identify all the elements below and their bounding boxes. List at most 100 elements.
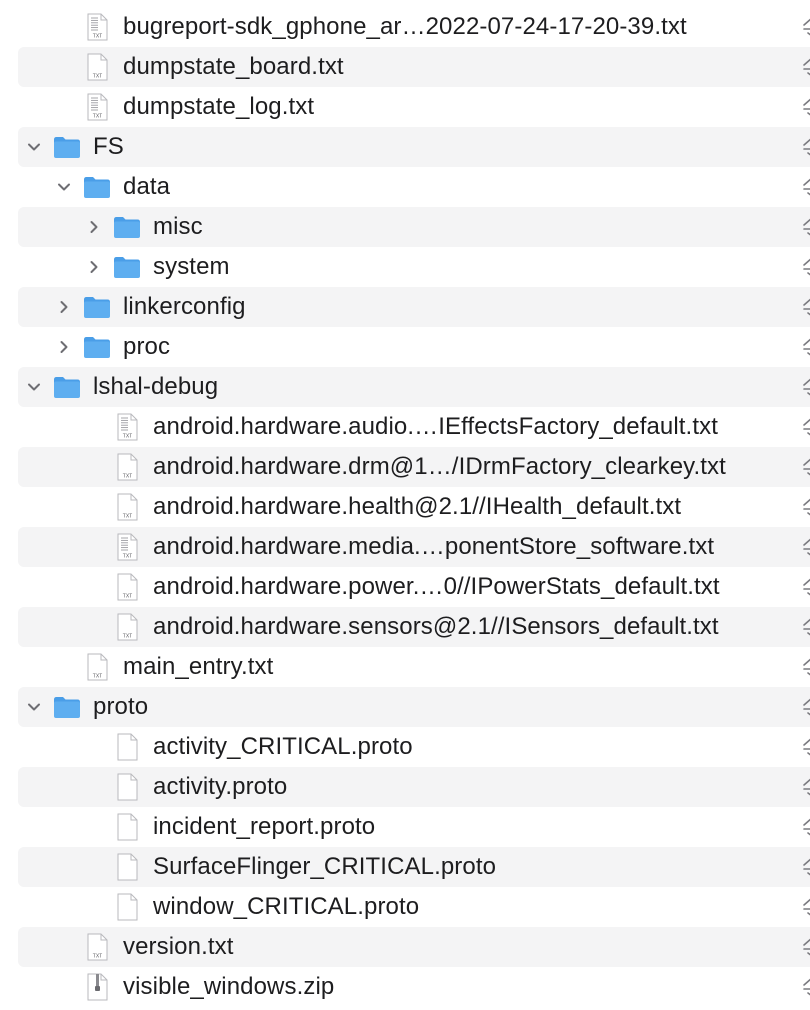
cloud-download-icon[interactable]	[800, 135, 810, 159]
folder-row[interactable]: misc	[18, 207, 810, 247]
folder-row[interactable]: FS	[18, 127, 810, 167]
file-row[interactable]: TXT android.hardware.power.…0//IPowerStat…	[18, 567, 810, 607]
cloud-download-icon[interactable]	[800, 695, 810, 719]
svg-text:TXT: TXT	[123, 474, 132, 480]
cloud-download-icon[interactable]	[800, 95, 810, 119]
cloud-download-icon[interactable]	[800, 415, 810, 439]
document-icon	[112, 852, 142, 882]
file-name-label: activity_CRITICAL.proto	[153, 733, 413, 760]
cloud-download-icon[interactable]	[800, 55, 810, 79]
cloud-download-icon[interactable]	[800, 815, 810, 839]
text-file-icon: TXT	[82, 932, 112, 962]
cloud-download-icon[interactable]	[800, 775, 810, 799]
folder-row[interactable]: linkerconfig	[18, 287, 810, 327]
text-file-icon: TXT	[112, 532, 142, 562]
svg-text:TXT: TXT	[93, 114, 102, 120]
chevron-right-icon[interactable]	[84, 257, 104, 277]
file-list: TXT bugreport-sdk_gphone_ar…2022-07-24-17…	[0, 0, 810, 1010]
cloud-download-icon[interactable]	[800, 975, 810, 999]
cloud-download-icon[interactable]	[800, 735, 810, 759]
file-name-label: android.hardware.drm@1…/IDrmFactory_clea…	[153, 453, 726, 480]
file-row[interactable]: TXT android.hardware.audio.…IEffectsFacto…	[18, 407, 810, 447]
file-row[interactable]: TXT android.hardware.sensors@2.1//ISensor…	[18, 607, 810, 647]
file-name-label: linkerconfig	[123, 293, 246, 320]
file-name-label: data	[123, 173, 171, 200]
file-name-label: SurfaceFlinger_CRITICAL.proto	[153, 853, 497, 880]
cloud-download-icon[interactable]	[800, 375, 810, 399]
svg-text:TXT: TXT	[93, 674, 102, 680]
document-icon	[112, 732, 142, 762]
file-name-label: dumpstate_log.txt	[123, 93, 315, 120]
folder-row[interactable]: proto	[18, 687, 810, 727]
chevron-right-icon[interactable]	[54, 297, 74, 317]
folder-icon	[52, 132, 82, 162]
file-row[interactable]: incident_report.proto	[18, 807, 810, 847]
svg-text:TXT: TXT	[93, 954, 102, 960]
svg-text:TXT: TXT	[93, 34, 102, 40]
chevron-down-icon[interactable]	[54, 177, 74, 197]
file-row[interactable]: TXT bugreport-sdk_gphone_ar…2022-07-24-17…	[18, 7, 810, 47]
cloud-download-icon[interactable]	[800, 15, 810, 39]
svg-text:TXT: TXT	[123, 554, 132, 560]
cloud-download-icon[interactable]	[800, 655, 810, 679]
file-name-label: activity.proto	[153, 773, 288, 800]
folder-row[interactable]: lshal-debug	[18, 367, 810, 407]
file-name-label: android.hardware.audio.…IEffectsFactory_…	[153, 413, 718, 440]
file-name-label: bugreport-sdk_gphone_ar…2022-07-24-17-20…	[123, 13, 687, 40]
file-name-label: android.hardware.health@2.1//IHealth_def…	[153, 493, 682, 520]
folder-icon	[112, 252, 142, 282]
text-file-icon: TXT	[82, 12, 112, 42]
file-row[interactable]: TXT android.hardware.health@2.1//IHealth_…	[18, 487, 810, 527]
text-file-icon: TXT	[112, 452, 142, 482]
zip-archive-icon	[82, 972, 112, 1002]
cloud-download-icon[interactable]	[800, 255, 810, 279]
file-name-label: android.hardware.power.…0//IPowerStats_d…	[153, 573, 720, 600]
file-row[interactable]: TXT main_entry.txt	[18, 647, 810, 687]
file-row[interactable]: SurfaceFlinger_CRITICAL.proto	[18, 847, 810, 887]
folder-icon	[82, 332, 112, 362]
document-icon	[112, 892, 142, 922]
svg-text:TXT: TXT	[123, 594, 132, 600]
file-row[interactable]: TXT android.hardware.media.…ponentStore_s…	[18, 527, 810, 567]
cloud-download-icon[interactable]	[800, 455, 810, 479]
file-name-label: android.hardware.sensors@2.1//ISensors_d…	[153, 613, 719, 640]
file-name-label: incident_report.proto	[153, 813, 376, 840]
folder-row[interactable]: data	[18, 167, 810, 207]
text-file-icon: TXT	[112, 412, 142, 442]
cloud-download-icon[interactable]	[800, 535, 810, 559]
cloud-download-icon[interactable]	[800, 295, 810, 319]
file-name-label: visible_windows.zip	[123, 973, 335, 1000]
chevron-down-icon[interactable]	[24, 377, 44, 397]
file-row[interactable]: TXT dumpstate_board.txt	[18, 47, 810, 87]
svg-text:TXT: TXT	[123, 514, 132, 520]
svg-text:TXT: TXT	[123, 434, 132, 440]
folder-icon	[112, 212, 142, 242]
cloud-download-icon[interactable]	[800, 615, 810, 639]
cloud-download-icon[interactable]	[800, 495, 810, 519]
svg-text:TXT: TXT	[93, 74, 102, 80]
cloud-download-icon[interactable]	[800, 575, 810, 599]
cloud-download-icon[interactable]	[800, 935, 810, 959]
file-row[interactable]: TXT version.txt	[18, 927, 810, 967]
folder-row[interactable]: proc	[18, 327, 810, 367]
chevron-right-icon[interactable]	[84, 217, 104, 237]
file-row[interactable]: visible_windows.zip	[18, 967, 810, 1007]
cloud-download-icon[interactable]	[800, 215, 810, 239]
file-row[interactable]: TXT android.hardware.drm@1…/IDrmFactory_c…	[18, 447, 810, 487]
file-row[interactable]: TXT dumpstate_log.txt	[18, 87, 810, 127]
cloud-download-icon[interactable]	[800, 175, 810, 199]
cloud-download-icon[interactable]	[800, 855, 810, 879]
file-row[interactable]: activity_CRITICAL.proto	[18, 727, 810, 767]
chevron-down-icon[interactable]	[24, 697, 44, 717]
file-name-label: FS	[93, 133, 124, 160]
svg-text:TXT: TXT	[123, 634, 132, 640]
chevron-down-icon[interactable]	[24, 137, 44, 157]
file-name-label: proc	[123, 333, 171, 360]
file-row[interactable]: window_CRITICAL.proto	[18, 887, 810, 927]
folder-icon	[52, 372, 82, 402]
folder-row[interactable]: system	[18, 247, 810, 287]
cloud-download-icon[interactable]	[800, 895, 810, 919]
chevron-right-icon[interactable]	[54, 337, 74, 357]
cloud-download-icon[interactable]	[800, 335, 810, 359]
file-row[interactable]: activity.proto	[18, 767, 810, 807]
